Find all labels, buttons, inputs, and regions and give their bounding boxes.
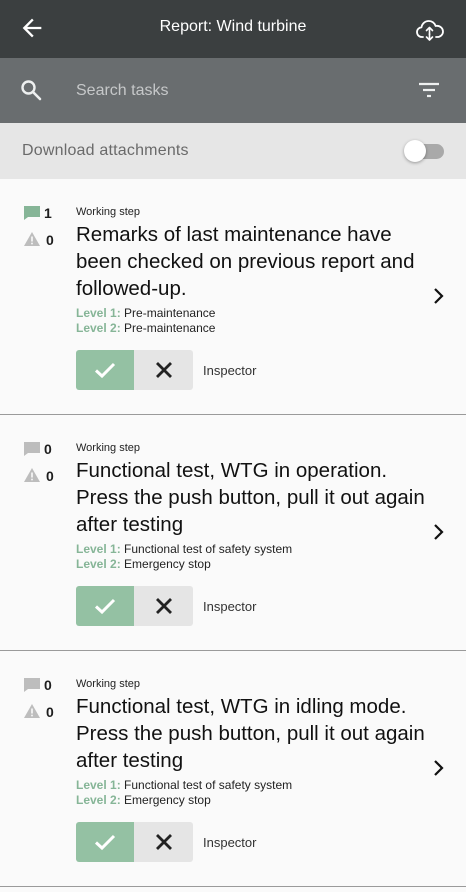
level-1-key: Level 1: bbox=[76, 542, 121, 556]
level-1-value: Functional test of safety system bbox=[124, 542, 293, 556]
task-title: Functional test, WTG in operation. Press… bbox=[76, 459, 425, 536]
chevron-right-icon[interactable] bbox=[432, 523, 446, 541]
filter-icon[interactable] bbox=[416, 78, 442, 102]
comment-count: 0 bbox=[44, 677, 52, 693]
cloud-sync-icon[interactable] bbox=[414, 13, 446, 45]
level-1-value: Functional test of safety system bbox=[124, 778, 293, 792]
task-type: Working step bbox=[76, 678, 140, 690]
level-2: Level 2: Emergency stop bbox=[76, 557, 292, 572]
task-levels: Level 1: Functional test of safety syste… bbox=[76, 542, 292, 572]
task-card[interactable]: 0 0 Working step Functional test, WTG in… bbox=[0, 415, 466, 651]
warning-count: 0 bbox=[46, 468, 54, 484]
page-title: Report: Wind turbine bbox=[159, 18, 307, 35]
reject-button[interactable] bbox=[134, 822, 193, 862]
check-icon bbox=[94, 834, 116, 851]
level-1-key: Level 1: bbox=[76, 778, 121, 792]
app-bar: Report: Wind turbine bbox=[0, 0, 466, 58]
level-1: Level 1: Functional test of safety syste… bbox=[76, 778, 292, 793]
toggle-thumb bbox=[404, 140, 426, 162]
close-icon bbox=[155, 598, 172, 614]
task-role: Inspector bbox=[203, 363, 257, 378]
task-card[interactable]: 0 0 Working step Functional test, WTG in… bbox=[0, 651, 466, 887]
download-attachments-row: Download attachments bbox=[0, 123, 466, 179]
task-type: Working step bbox=[76, 206, 140, 218]
task-role: Inspector bbox=[203, 599, 257, 614]
level-1: Level 1: Pre-maintenance bbox=[76, 306, 215, 321]
level-1-key: Level 1: bbox=[76, 306, 121, 320]
warning-icon bbox=[24, 232, 40, 246]
task-levels: Level 1: Pre-maintenance Level 2: Pre-ma… bbox=[76, 306, 215, 336]
warning-count: 0 bbox=[46, 704, 54, 720]
comment-count: 0 bbox=[44, 441, 52, 457]
level-1-value: Pre-maintenance bbox=[124, 306, 216, 320]
reject-button[interactable] bbox=[134, 350, 193, 390]
warning-icon bbox=[24, 704, 40, 718]
approve-button[interactable] bbox=[76, 350, 134, 390]
check-icon bbox=[94, 598, 116, 615]
task-title: Remarks of last maintenance have been ch… bbox=[76, 223, 415, 300]
comment-icon bbox=[24, 442, 40, 456]
level-2-key: Level 2: bbox=[76, 793, 121, 807]
level-2: Level 2: Emergency stop bbox=[76, 793, 292, 808]
warning-icon bbox=[24, 468, 40, 482]
search-input[interactable] bbox=[76, 76, 376, 106]
chevron-right-icon[interactable] bbox=[432, 759, 446, 777]
level-1: Level 1: Functional test of safety syste… bbox=[76, 542, 292, 557]
task-title: Functional test, WTG in idling mode. Pre… bbox=[76, 695, 425, 772]
level-2-value: Emergency stop bbox=[124, 793, 211, 807]
approve-button[interactable] bbox=[76, 586, 134, 626]
check-icon bbox=[94, 362, 116, 379]
close-icon bbox=[155, 834, 172, 850]
reject-button[interactable] bbox=[134, 586, 193, 626]
task-type: Working step bbox=[76, 442, 140, 454]
level-2-value: Pre-maintenance bbox=[124, 321, 216, 335]
search-bar bbox=[0, 58, 466, 123]
close-icon bbox=[155, 362, 172, 378]
approve-button[interactable] bbox=[76, 822, 134, 862]
level-2-key: Level 2: bbox=[76, 321, 121, 335]
comment-count: 1 bbox=[44, 205, 52, 221]
download-attachments-label: Download attachments bbox=[22, 142, 189, 159]
download-attachments-toggle[interactable] bbox=[404, 140, 446, 162]
search-icon[interactable] bbox=[19, 78, 43, 102]
task-levels: Level 1: Functional test of safety syste… bbox=[76, 778, 292, 808]
comment-icon bbox=[24, 678, 40, 692]
comment-icon bbox=[24, 206, 40, 220]
warning-count: 0 bbox=[46, 232, 54, 248]
chevron-right-icon[interactable] bbox=[432, 287, 446, 305]
level-2-value: Emergency stop bbox=[124, 557, 211, 571]
level-2: Level 2: Pre-maintenance bbox=[76, 321, 215, 336]
task-role: Inspector bbox=[203, 835, 257, 850]
task-card[interactable]: 1 0 Working step Remarks of last mainten… bbox=[0, 179, 466, 415]
level-2-key: Level 2: bbox=[76, 557, 121, 571]
